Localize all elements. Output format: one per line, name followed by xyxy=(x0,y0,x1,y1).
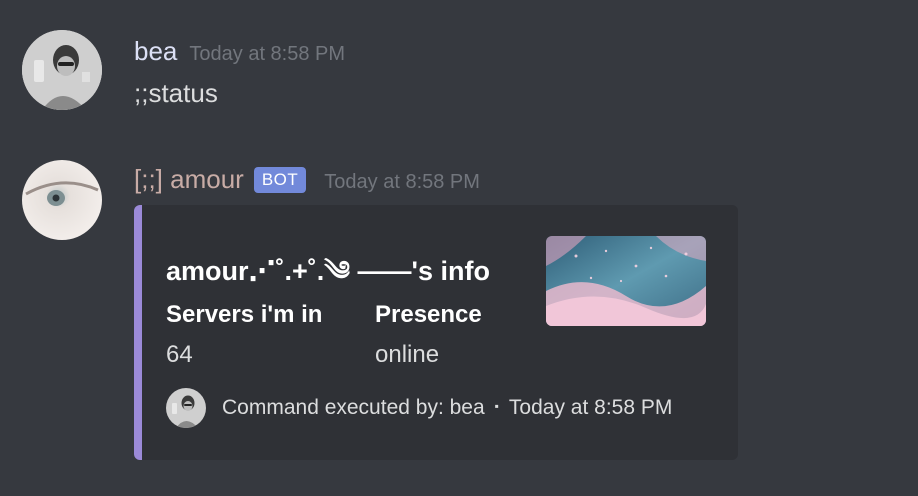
field-name-servers: Servers i'm in xyxy=(166,301,323,328)
footer-avatar xyxy=(166,388,206,428)
status-embed: amour⋰˚.+˚.༄ ——'s info Servers i'm in 64… xyxy=(134,205,738,460)
footer-separator: ▪ xyxy=(494,399,499,413)
username[interactable]: bea xyxy=(134,36,177,67)
bot-avatar[interactable] xyxy=(22,160,102,240)
avatar[interactable] xyxy=(22,30,102,110)
timestamp: Today at 8:58 PM xyxy=(189,43,346,65)
bot-badge: BOT xyxy=(253,167,307,193)
field-value-presence: online xyxy=(375,341,440,368)
embed-accent-bar xyxy=(134,205,142,460)
footer-text: Command executed by: bea xyxy=(222,396,485,419)
timestamp: Today at 8:58 PM xyxy=(324,171,480,193)
bot-username[interactable]: [;;] amour xyxy=(134,164,244,195)
field-value-servers: 64 xyxy=(166,341,193,368)
field-name-presence: Presence xyxy=(375,301,482,328)
embed-thumbnail[interactable] xyxy=(546,236,706,326)
embed-footer: Command executed by: bea ▪ Today at 8:58… xyxy=(166,388,672,428)
footer-timestamp: Today at 8:58 PM xyxy=(508,396,673,419)
message-content: ;;status xyxy=(134,78,218,108)
